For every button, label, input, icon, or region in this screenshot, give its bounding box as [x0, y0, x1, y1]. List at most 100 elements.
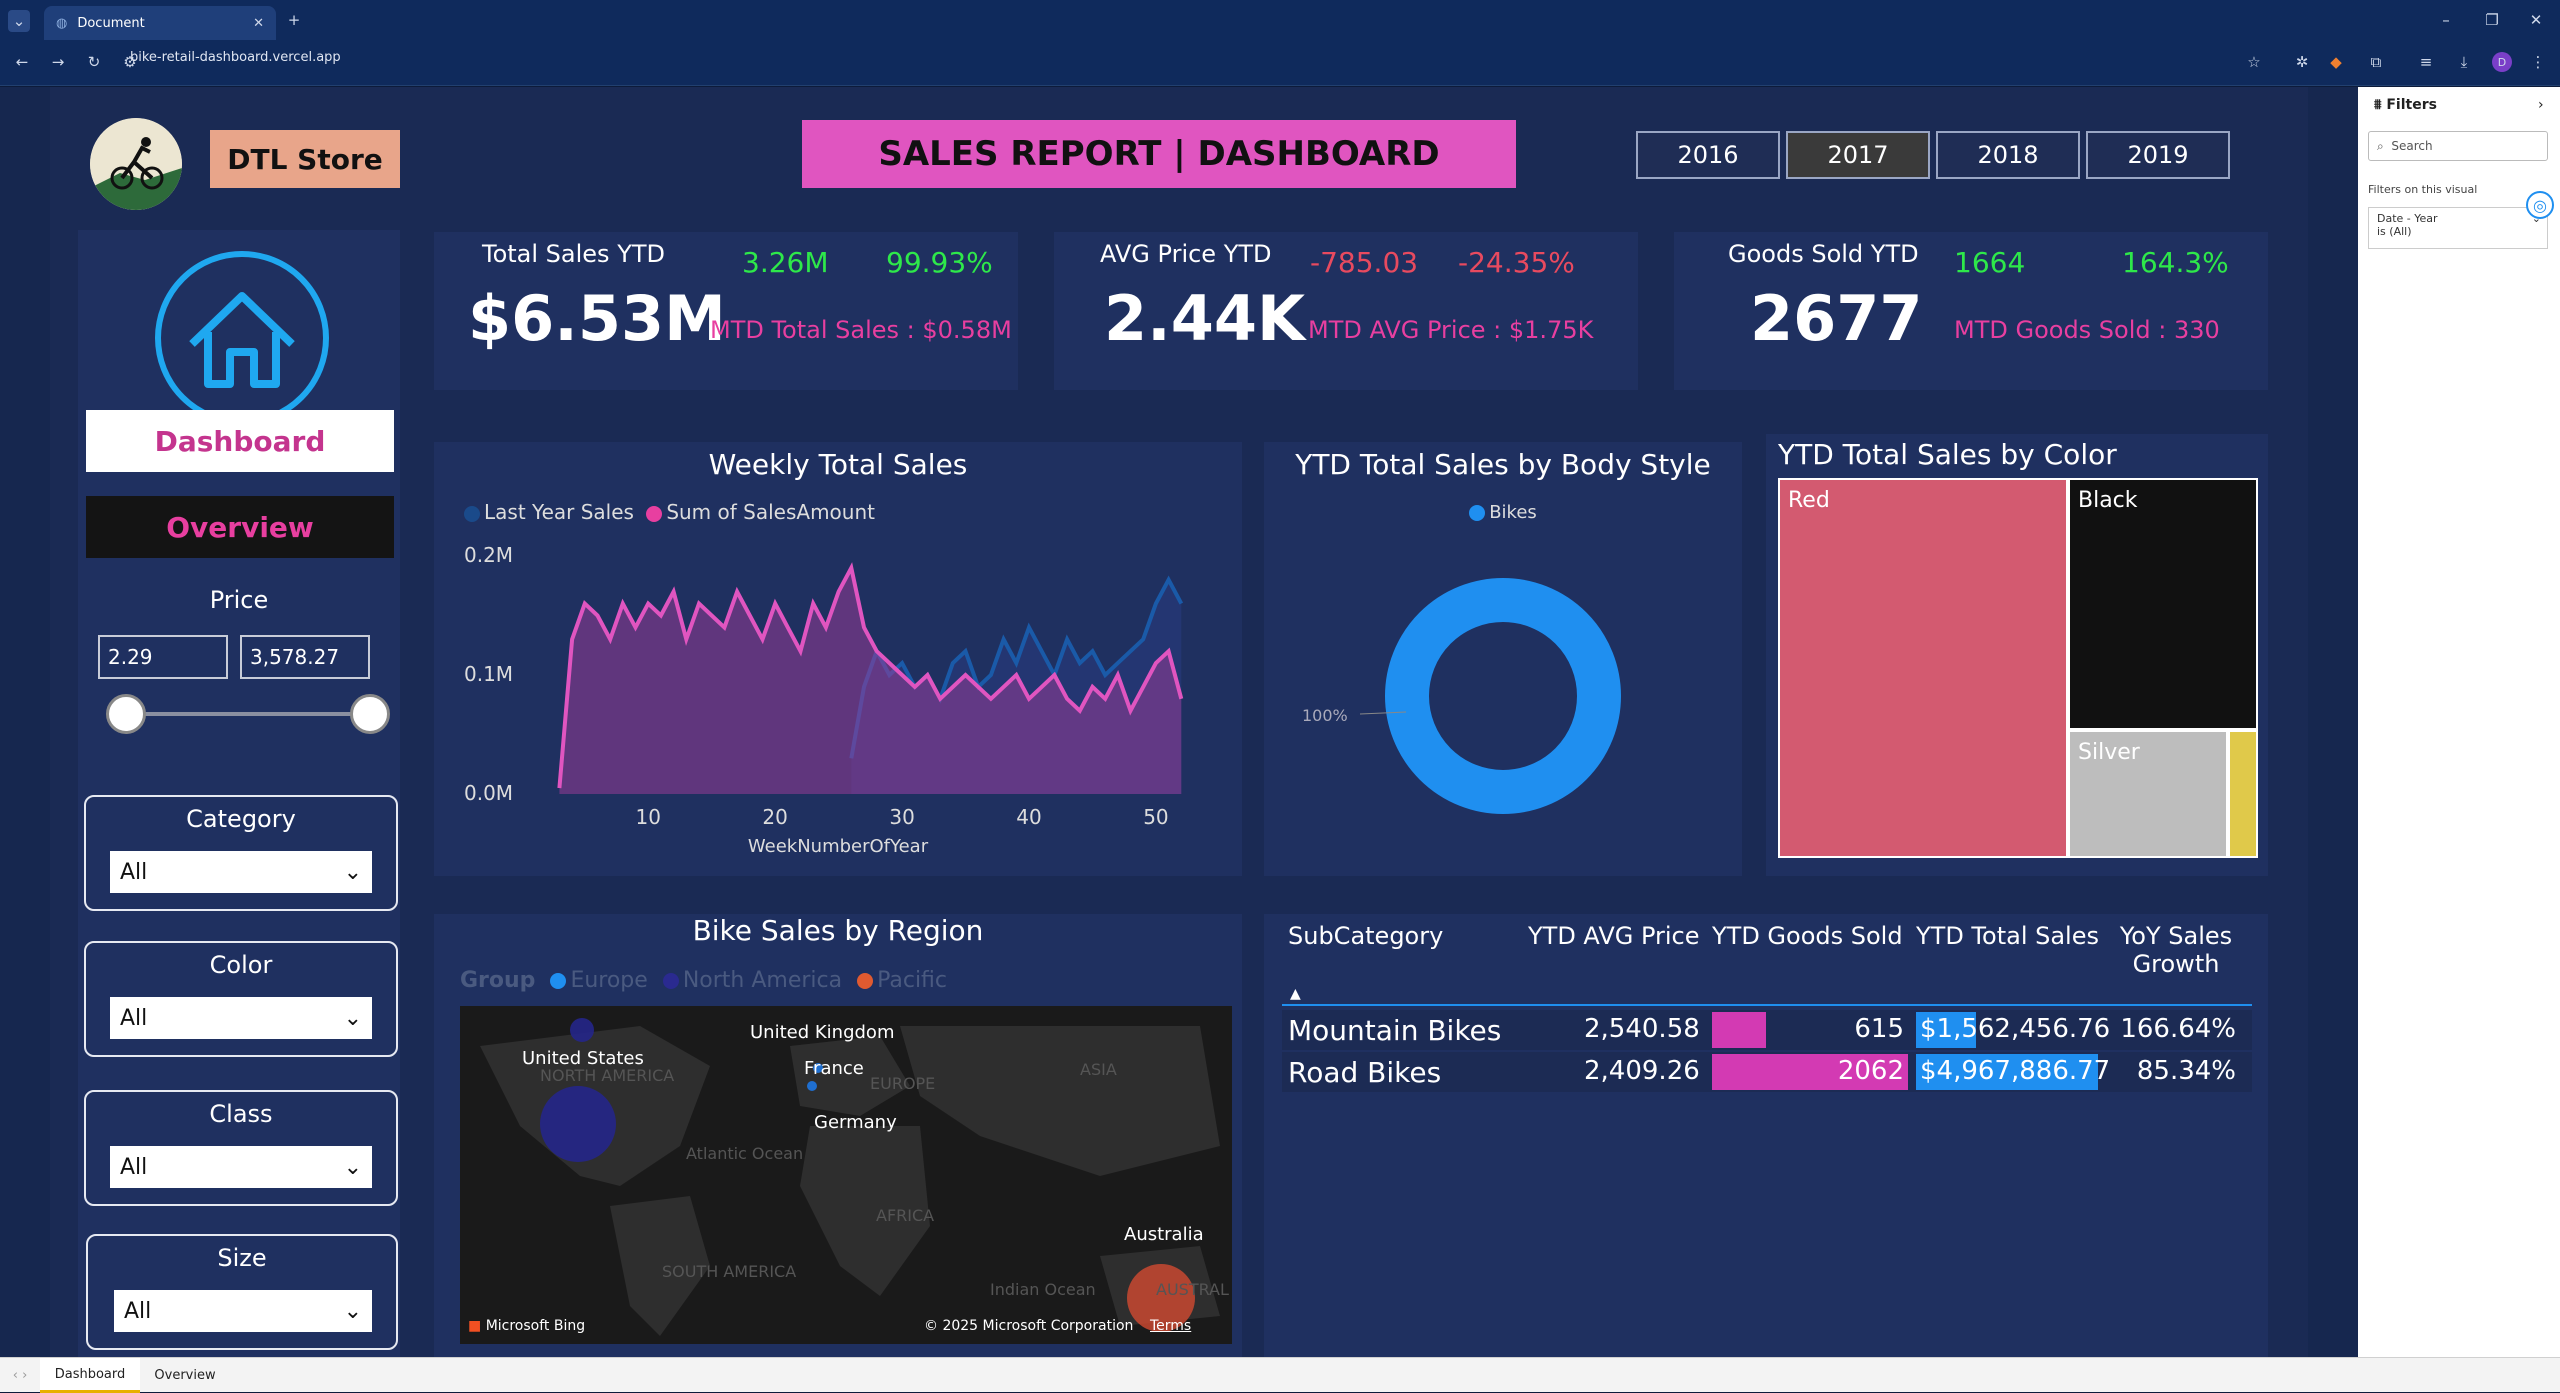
y-tick-label: 0.2M [464, 543, 513, 567]
kpi-price-label: AVG Price YTD [1100, 240, 1272, 268]
year-button-2016[interactable]: 2016 [1636, 131, 1780, 179]
minimize-icon[interactable]: – [2436, 10, 2456, 30]
url-field[interactable]: bike-retail-dashboard.vercel.app [130, 50, 341, 65]
price-slider-min-handle[interactable] [106, 694, 146, 734]
sort-ascending-icon[interactable]: ▲ [1290, 986, 1301, 1002]
reading-list-icon[interactable]: ≡ [2416, 52, 2436, 72]
year-button-2017[interactable]: 2017 [1786, 131, 1930, 179]
map-copyright: © 2025 Microsoft Corporation [924, 1318, 1134, 1334]
donut-chart [1359, 578, 1621, 814]
map-label-france: France [804, 1058, 864, 1079]
page-tabs-bar: ‹ › Dashboard Overview [0, 1357, 2560, 1393]
extension-fox-icon[interactable]: ◆ [2326, 52, 2346, 72]
page-tab-overview[interactable]: Overview [140, 1358, 230, 1393]
x-tick-label: 10 [636, 805, 661, 829]
search-icon: ⌕ [2377, 138, 2384, 153]
back-icon[interactable]: ← [12, 52, 32, 72]
new-tab-icon[interactable]: + [284, 10, 304, 30]
map-geo-south-america: SOUTH AMERICA [662, 1262, 797, 1281]
map-geo-north-america: NORTH AMERICA [540, 1066, 675, 1085]
kpi-goods-mtd: MTD Goods Sold : 330 [1954, 316, 2220, 344]
legend-dot-europe [550, 973, 567, 989]
map-terms-link[interactable]: Terms [1150, 1318, 1191, 1334]
browser-tab[interactable]: ◍ Document ✕ [44, 6, 276, 40]
col-total-sales[interactable]: YTD Total Sales [1916, 922, 2099, 950]
size-label: Size [217, 1244, 267, 1272]
treemap-yellow[interactable] [2228, 730, 2258, 858]
color-select[interactable]: All ⌄ [108, 995, 374, 1041]
browser-tab-bar: ⌄ ◍ Document ✕ + – ❐ ✕ [0, 0, 2560, 40]
bubble-united-states [540, 1086, 616, 1162]
kpi-price-delta: -785.03 [1310, 246, 1419, 279]
kpi-price-pct: -24.35% [1458, 246, 1575, 279]
col-avg-price[interactable]: YTD AVG Price [1528, 922, 1700, 950]
legend-pacific: Pacific [877, 968, 948, 993]
bookmark-star-icon[interactable]: ☆ [2244, 52, 2264, 72]
size-select[interactable]: All ⌄ [112, 1288, 374, 1334]
maximize-icon[interactable]: ❐ [2482, 10, 2502, 30]
filters-search-input[interactable]: ⌕ Search [2368, 131, 2548, 161]
col-subcategory[interactable]: SubCategory [1288, 922, 1443, 950]
legend-group-title: Group [460, 968, 536, 993]
class-select[interactable]: All ⌄ [108, 1144, 374, 1190]
price-min-input[interactable]: 2.29 [98, 635, 228, 679]
profile-avatar[interactable]: D [2492, 52, 2512, 72]
download-icon[interactable]: ⤓ [2454, 52, 2474, 72]
reload-icon[interactable]: ↻ [84, 52, 104, 72]
subcategory-table-card: SubCategory YTD AVG Price YTD Goods Sold… [1264, 914, 2268, 1357]
filter-card-date-year[interactable]: Date - Year is (All) ⌄ [2368, 207, 2548, 249]
tab-list-icon[interactable]: ⌄ [8, 10, 30, 32]
puzzle-icon[interactable]: ⧉ [2366, 52, 2386, 72]
filters-title-text: Filters [2386, 97, 2437, 113]
price-max-input[interactable]: 3,578.27 [240, 635, 370, 679]
page-tab-dashboard[interactable]: Dashboard [40, 1358, 140, 1393]
kpi-goods-label: Goods Sold YTD [1728, 240, 1919, 268]
year-button-2018[interactable]: 2018 [1936, 131, 2080, 179]
page-nav-arrows-icon[interactable]: ‹ › [0, 1358, 40, 1393]
col-yoy[interactable]: YoY Sales Growth [2116, 922, 2236, 978]
extension-icon[interactable]: ✲ [2292, 52, 2312, 72]
category-select[interactable]: All ⌄ [108, 849, 374, 895]
kpi-sales-label: Total Sales YTD [482, 240, 665, 268]
col-yoy-line2: Growth [2132, 950, 2220, 978]
map-label-germany: Germany [814, 1112, 897, 1133]
legend-europe: Europe [570, 968, 648, 993]
home-icon[interactable] [152, 248, 332, 428]
map-geo-asia: ASIA [1080, 1060, 1117, 1079]
copilot-icon[interactable]: ◎ [2526, 191, 2554, 219]
body-style-card: YTD Total Sales by Body Style Bikes 100% [1264, 442, 1742, 876]
row2-goods: 2062 [1837, 1056, 1904, 1086]
treemap-red[interactable]: Red [1778, 478, 2068, 858]
treemap-black[interactable]: Black [2068, 478, 2258, 730]
y-tick-label: 0.0M [464, 781, 513, 805]
filter-field-value: is (All) [2377, 225, 2412, 238]
chevron-down-icon: ⌄ [343, 859, 362, 885]
kpi-sales-mtd: MTD Total Sales : $0.58M [710, 316, 1012, 344]
windows-logo-icon: ■ [468, 1318, 482, 1334]
row2-avg-price: 2,409.26 [1584, 1056, 1700, 1086]
close-window-icon[interactable]: ✕ [2526, 10, 2546, 30]
cyclist-icon [90, 118, 182, 210]
donut-slice-bikes [1385, 578, 1621, 814]
price-slider-max-handle[interactable] [350, 694, 390, 734]
col-goods-sold[interactable]: YTD Goods Sold [1712, 922, 1903, 950]
close-tab-icon[interactable]: ✕ [253, 16, 264, 31]
forward-icon[interactable]: → [48, 52, 68, 72]
kpi-price-value: 2.44K [1104, 282, 1306, 355]
treemap-red-label: Red [1788, 488, 1830, 513]
class-value: All [120, 1154, 148, 1180]
x-tick-label: 40 [1016, 805, 1041, 829]
map-geo-atlantic: Atlantic Ocean [686, 1144, 804, 1163]
nav-dashboard-button[interactable]: Dashboard [86, 410, 394, 472]
nav-overview-button[interactable]: Overview [86, 496, 394, 558]
region-map[interactable]: United States United Kingdom France Germ… [460, 1006, 1232, 1344]
collapse-pane-icon[interactable]: › [2538, 97, 2544, 113]
kpi-goods-pct: 164.3% [2122, 246, 2229, 279]
treemap-silver[interactable]: Silver [2068, 730, 2228, 858]
menu-icon[interactable]: ⋮ [2528, 52, 2548, 72]
kpi-sales-pct: 99.93% [886, 246, 993, 279]
class-filter: Class All ⌄ [84, 1090, 398, 1206]
table-header-divider [1282, 1004, 2252, 1006]
x-tick-label: 30 [889, 805, 914, 829]
year-button-2019[interactable]: 2019 [2086, 131, 2230, 179]
